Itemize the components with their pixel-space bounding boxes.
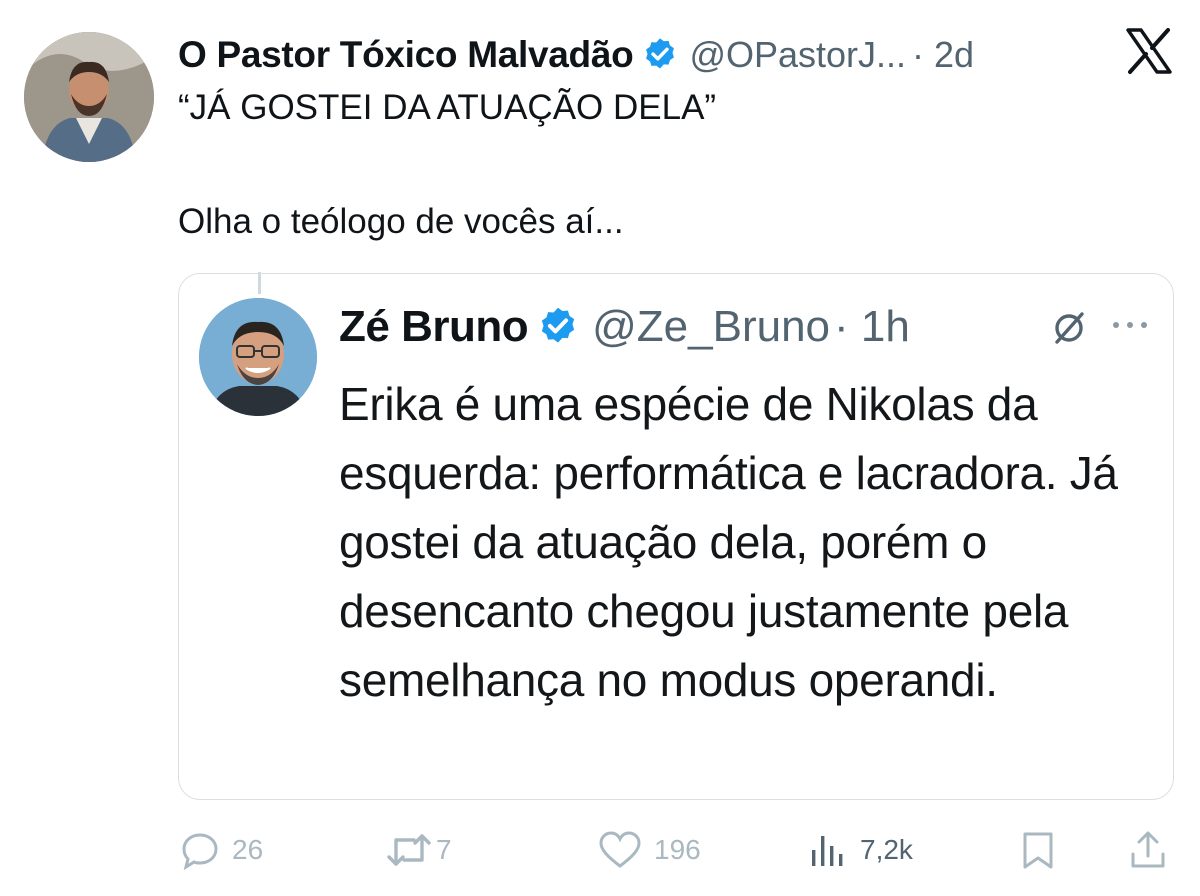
author-avatar[interactable]	[24, 32, 154, 162]
quoted-author-display-name[interactable]: Zé Bruno	[339, 302, 529, 352]
reply-button[interactable]: 26	[180, 830, 263, 870]
retweet-button[interactable]: 7	[386, 830, 452, 870]
quoted-tweet-time[interactable]: · 1h	[834, 302, 910, 352]
quoted-tweet-text: Erika é uma espécie de Nikolas da esquer…	[339, 378, 1118, 706]
views-icon	[812, 836, 843, 866]
tweet-time[interactable]: · 2d	[912, 34, 974, 76]
like-count: 196	[654, 834, 701, 865]
like-button[interactable]: 196	[598, 830, 701, 870]
reply-icon	[182, 833, 218, 870]
views-count: 7,2k	[860, 834, 913, 865]
share-icon	[1131, 831, 1165, 868]
author-handle[interactable]: @OPastorJ...	[689, 34, 906, 76]
reply-count: 26	[232, 834, 264, 865]
share-button[interactable]	[1128, 830, 1168, 870]
retweet-icon	[387, 834, 431, 866]
author-display-name[interactable]: O Pastor Tóxico Malvadão	[178, 34, 634, 76]
like-icon	[599, 831, 641, 868]
author-header: O Pastor Tóxico Malvadão @OPastorJ... · …	[178, 30, 1078, 80]
quoted-author-avatar-image	[199, 298, 317, 416]
grok-icon[interactable]	[1049, 308, 1089, 348]
more-icon[interactable]	[1107, 310, 1153, 340]
bookmark-icon	[1023, 832, 1053, 869]
tweet-action-bar: 26 7 196 7,2k	[0, 820, 1200, 880]
quoted-author-avatar[interactable]	[199, 298, 317, 416]
x-logo-icon[interactable]	[1124, 26, 1174, 76]
tweet-text-line-2: Olha o teólogo de vocês aí...	[178, 202, 624, 241]
bookmark-button[interactable]	[1020, 830, 1056, 870]
tweet-text-line-1: “JÁ GOSTEI DA ATUAÇÃO DELA”	[178, 88, 717, 127]
verified-badge-icon	[541, 307, 575, 343]
verified-badge-icon	[646, 38, 675, 69]
views-button[interactable]: 7,2k	[808, 830, 913, 870]
quoted-author-handle[interactable]: @Ze_Bruno	[592, 302, 830, 352]
retweet-count: 7	[436, 834, 452, 865]
quoted-tweet-card[interactable]: Zé Bruno @Ze_Bruno · 1h Erika é uma espé…	[178, 273, 1174, 800]
author-avatar-image	[24, 32, 154, 162]
quoted-author-header: Zé Bruno @Ze_Bruno · 1h	[339, 296, 910, 358]
